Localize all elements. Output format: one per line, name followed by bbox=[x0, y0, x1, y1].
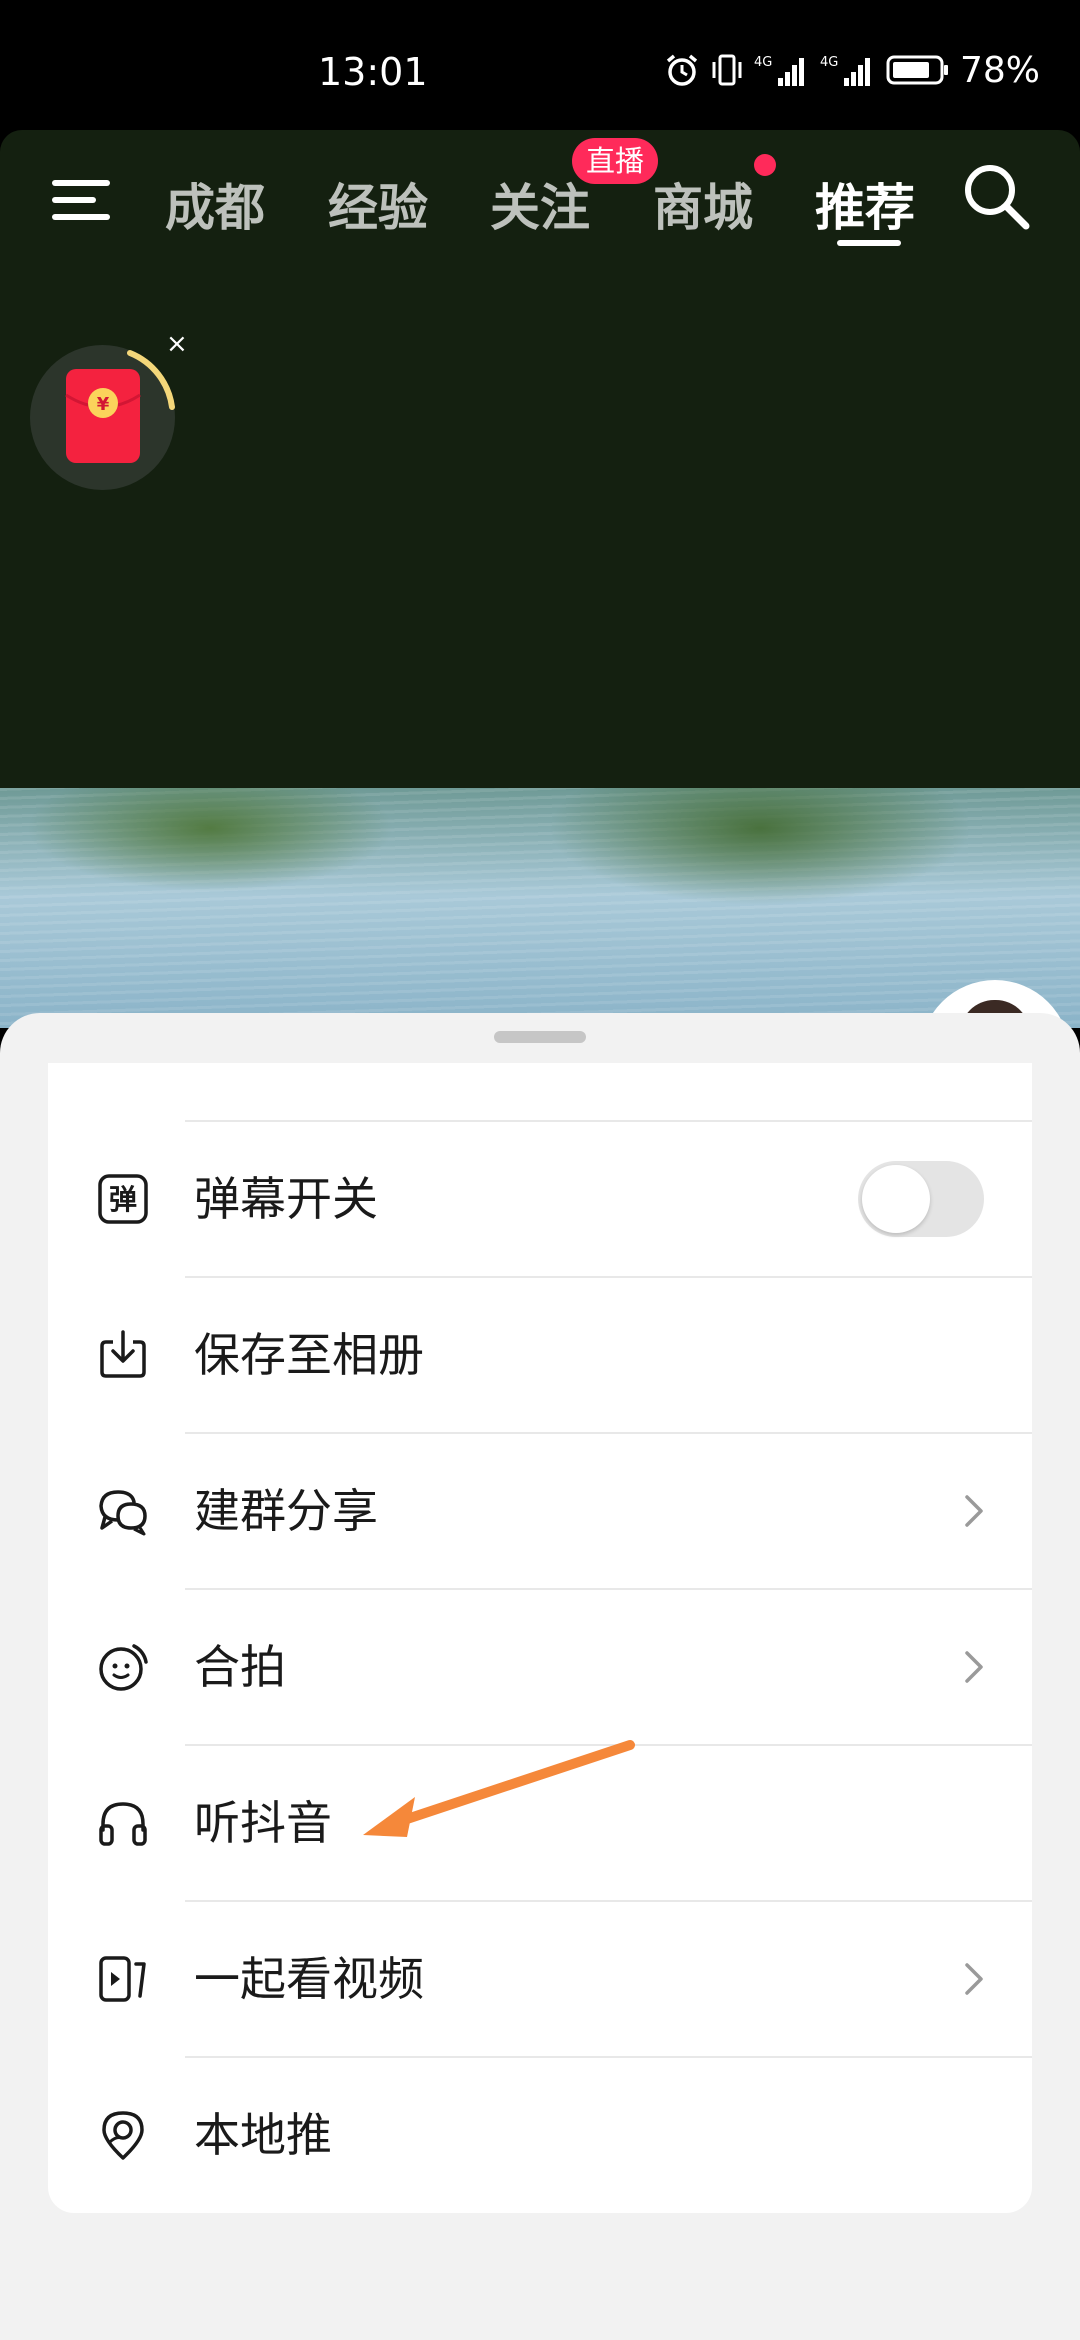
option-label: 一起看视频 bbox=[194, 1952, 424, 2006]
status-bar: 13:01 4G 4G 78% bbox=[0, 0, 1080, 130]
sheet-drag-handle[interactable] bbox=[494, 1031, 586, 1043]
tab-chengdu[interactable]: 成都 bbox=[165, 168, 265, 240]
option-label: 听抖音 bbox=[194, 1796, 332, 1850]
option-save-to-album[interactable]: 保存至相册 bbox=[48, 1278, 1032, 1432]
tab-following[interactable]: 关注 bbox=[490, 168, 590, 240]
annotation-arrow bbox=[363, 1740, 635, 1837]
network-label-2: 4G bbox=[820, 55, 838, 70]
active-tab-indicator bbox=[837, 240, 901, 246]
option-label: 弹幕开关 bbox=[194, 1172, 378, 1226]
option-duet[interactable]: 合拍 bbox=[48, 1590, 1032, 1744]
duet-icon bbox=[99, 1644, 148, 1691]
option-danmaku-switch[interactable]: 弹 弹幕开关 bbox=[48, 1122, 1032, 1276]
red-packet-symbol: ¥ bbox=[97, 394, 110, 415]
chevron-right-icon bbox=[965, 1963, 983, 1995]
vibrate-icon bbox=[712, 54, 742, 86]
hamburger-menu-icon[interactable] bbox=[50, 172, 112, 228]
search-icon[interactable] bbox=[960, 160, 1032, 232]
notification-dot bbox=[754, 154, 776, 176]
red-envelope-icon: ¥ bbox=[65, 369, 141, 463]
chevron-right-icon bbox=[965, 1651, 983, 1683]
danmaku-icon: 弹 bbox=[98, 1174, 148, 1224]
signal-icon-2: 4G bbox=[820, 55, 870, 86]
option-watch-together[interactable]: 一起看视频 bbox=[48, 1902, 1032, 2056]
video-frame-water bbox=[0, 788, 1080, 1028]
toggle-knob bbox=[862, 1165, 930, 1233]
chat-bubbles-icon bbox=[99, 1490, 147, 1536]
tab-experience[interactable]: 经验 bbox=[328, 168, 428, 240]
option-label: 建群分享 bbox=[194, 1484, 378, 1538]
chevron-right-icon bbox=[965, 1495, 983, 1527]
signal-icon-1: 4G bbox=[754, 55, 804, 86]
status-time: 13:01 bbox=[318, 50, 428, 94]
danmaku-toggle[interactable] bbox=[858, 1161, 984, 1237]
option-label: 本地推 bbox=[194, 2108, 332, 2162]
red-packet-close-button[interactable]: × bbox=[166, 330, 188, 358]
option-group-share[interactable]: 建群分享 bbox=[48, 1434, 1032, 1588]
live-badge: 直播 bbox=[572, 138, 659, 184]
alarm-icon bbox=[666, 54, 698, 86]
tab-recommend[interactable]: 推荐 bbox=[815, 168, 915, 240]
download-icon bbox=[100, 1330, 146, 1378]
options-card: 弹 弹幕开关 保存至相册 建群分享 合拍 听抖音 一起看视频 本地推 bbox=[48, 1063, 1032, 2213]
headphones-icon bbox=[99, 1802, 147, 1846]
more-options-sheet: 弹 弹幕开关 保存至相册 建群分享 合拍 听抖音 一起看视频 本地推 bbox=[0, 1013, 1080, 2340]
option-label: 合拍 bbox=[194, 1640, 286, 1694]
top-nav: 成都 经验 关注 商城 推荐 bbox=[0, 150, 1080, 260]
option-label: 保存至相册 bbox=[194, 1328, 424, 1382]
tab-mall[interactable]: 商城 bbox=[653, 168, 753, 240]
location-pin-icon bbox=[102, 2111, 144, 2160]
danmaku-icon-glyph: 弹 bbox=[109, 1183, 137, 1216]
option-local-promote[interactable]: 本地推 bbox=[48, 2058, 1032, 2212]
watch-together-icon bbox=[99, 1956, 146, 2002]
network-label-1: 4G bbox=[754, 55, 772, 70]
status-icons: 4G 4G 78% bbox=[664, 48, 1040, 92]
battery-icon bbox=[886, 55, 948, 85]
battery-percent: 78% bbox=[959, 49, 1040, 91]
red-packet-widget[interactable]: ¥ bbox=[30, 345, 175, 490]
